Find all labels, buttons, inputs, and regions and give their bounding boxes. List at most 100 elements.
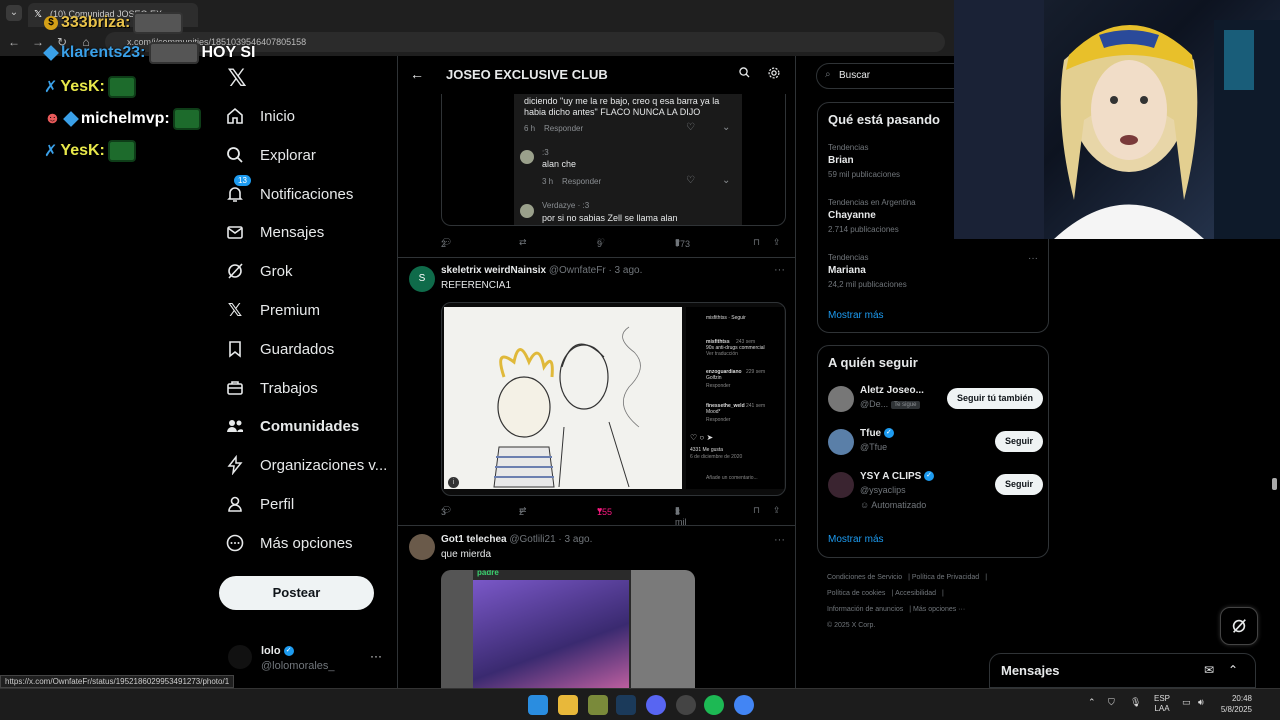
- footer-link[interactable]: Política de Privacidad: [912, 574, 979, 581]
- emote-icon: [172, 108, 201, 130]
- repost-button[interactable]: ⇄ 2: [519, 505, 527, 517]
- nav-item-guardados[interactable]: Guardados: [224, 331, 334, 367]
- reply-button[interactable]: 💬︎ 2: [441, 237, 452, 249]
- messages-drawer[interactable]: Mensajes ✉ ⌃: [989, 653, 1256, 688]
- defender-icon[interactable]: ⛉: [1108, 697, 1115, 708]
- trend-item[interactable]: Tendencias Mariana 24,2 mil publicacione…: [828, 253, 1038, 289]
- avatar[interactable]: S: [409, 266, 435, 292]
- show-more-link[interactable]: Mostrar más: [828, 310, 884, 321]
- avatar[interactable]: [409, 534, 435, 560]
- file-explorer-icon[interactable]: [558, 695, 578, 715]
- minecraft-icon[interactable]: [588, 695, 608, 715]
- new-message-icon[interactable]: ✉: [1204, 663, 1214, 677]
- nav-item-premium[interactable]: 𝕏 Premium: [224, 292, 320, 328]
- spotify-icon[interactable]: [704, 695, 724, 715]
- nav-label: Premium: [260, 301, 321, 319]
- follow-button[interactable]: Seguir: [994, 474, 1043, 495]
- nav-label: Guardados: [260, 340, 335, 358]
- nav-item-mensajes[interactable]: Mensajes: [224, 214, 324, 250]
- discord-icon[interactable]: [646, 695, 666, 715]
- more-icon[interactable]: ···: [370, 649, 382, 663]
- post-actions: 💬︎ 2 ⇄ ♡ 9 ▮ 773 ⊓ ⇪: [441, 235, 786, 251]
- follow-button[interactable]: Seguir: [994, 431, 1043, 452]
- views-button[interactable]: ▮ 773: [675, 237, 690, 249]
- footer-link[interactable]: Política de cookies: [827, 590, 885, 597]
- scrollbar[interactable]: [1272, 478, 1277, 490]
- nav-item-comunidades[interactable]: Comunidades: [224, 408, 359, 444]
- like-button[interactable]: ♥ 155: [597, 505, 612, 517]
- follow-suggestion[interactable]: YSY A CLIPS ✓ @ysyaclips ☺ Automatizado …: [828, 470, 1043, 514]
- search-icon[interactable]: [738, 66, 751, 82]
- share-icon[interactable]: ⇪: [773, 237, 781, 248]
- alt-info-icon[interactable]: i: [448, 477, 459, 488]
- obs-icon[interactable]: [676, 695, 696, 715]
- windows-start-icon[interactable]: [528, 695, 548, 715]
- nav-item-organizaciones[interactable]: Organizaciones v...: [224, 447, 387, 483]
- tab-list-button[interactable]: ⌄: [6, 5, 22, 21]
- follow-suggestion[interactable]: Tfue ✓ @Tfue Seguir: [828, 427, 1043, 461]
- dislike-icon: ⌄: [722, 175, 731, 186]
- footer-link[interactable]: Más opciones ···: [913, 606, 965, 613]
- footer-link[interactable]: Accesibilidad: [895, 590, 936, 597]
- system-clock[interactable]: 20:48 5/8/2025: [1216, 693, 1252, 715]
- post-image[interactable]: misfithtss · Seguir misfithtss 243 sem 9…: [441, 302, 786, 496]
- nav-item-trabajos[interactable]: Trabajos: [224, 370, 318, 406]
- follow-button[interactable]: Seguir tú también: [946, 388, 1043, 409]
- main-timeline[interactable]: ← JOSEO EXCLUSIVE CLUB diciendo "uy me l…: [397, 56, 796, 688]
- views-button[interactable]: ▮ 3 mil: [675, 505, 687, 527]
- chat-username: 333briza:: [61, 14, 131, 31]
- bookmark-icon[interactable]: ⊓: [753, 237, 760, 248]
- account-switcher[interactable]: lolo ✓ @lolomorales_ ···: [228, 643, 388, 677]
- follow-title: A quién seguir: [828, 355, 918, 370]
- nav-item-inicio[interactable]: Inicio: [224, 98, 295, 134]
- taskbar: ⌃ ⛉ 🎙︎ ESP LAA ▭ 🔊︎ 20:48 5/8/2025: [0, 688, 1280, 720]
- bell-icon: 13: [224, 175, 251, 205]
- follow-handle: @De... Te sigue: [860, 399, 920, 409]
- follow-suggestion[interactable]: Aletz Joseo... @De... Te sigue Seguir tú …: [828, 384, 1043, 418]
- share-icon[interactable]: ⇪: [773, 505, 781, 516]
- network-icon[interactable]: ▭: [1182, 697, 1191, 708]
- follow-handle: @ysyaclips: [860, 485, 906, 495]
- nav-item-mas-opciones[interactable]: Más opciones: [224, 525, 353, 561]
- emote-icon: [148, 42, 199, 64]
- footer-link[interactable]: Información de anuncios: [827, 606, 903, 613]
- repost-button[interactable]: ⇄: [519, 237, 527, 248]
- search-input[interactable]: ⌕ Buscar: [816, 63, 976, 89]
- chat-message: ✗ YesK:: [44, 74, 136, 100]
- nav-item-notificaciones[interactable]: 13 Notificaciones: [224, 175, 353, 212]
- sword-badge-icon: ✗: [44, 79, 58, 96]
- chevron-up-icon[interactable]: ⌃: [1228, 663, 1238, 677]
- back-arrow-icon[interactable]: ←: [410, 66, 424, 82]
- post-author[interactable]: skeletrix weirdNainsix: [441, 265, 546, 276]
- show-more-link[interactable]: Mostrar más: [828, 534, 884, 545]
- nav-item-perfil[interactable]: Perfil: [224, 486, 294, 522]
- steam-icon[interactable]: [616, 695, 636, 715]
- gear-icon[interactable]: [767, 66, 781, 83]
- bookmark-icon[interactable]: ⊓: [753, 505, 760, 516]
- input-language[interactable]: ESP LAA: [1154, 694, 1170, 714]
- cube-badge-icon: [43, 45, 59, 61]
- post-button[interactable]: Postear: [219, 576, 374, 610]
- post-media-embed[interactable]: diciendo "uy me la re bajo, creo q esa b…: [441, 94, 786, 226]
- grok-floating-button[interactable]: [1220, 607, 1258, 645]
- comment-user: :3: [542, 148, 549, 157]
- chrome-icon[interactable]: [734, 695, 754, 715]
- reply-button[interactable]: 💬︎ 3: [441, 505, 452, 517]
- footer-link[interactable]: Condiciones de Servicio: [827, 574, 902, 581]
- more-icon[interactable]: ···: [1028, 253, 1038, 264]
- dislike-icon: ⌄: [722, 122, 731, 133]
- x-logo-icon[interactable]: 𝕏: [224, 64, 250, 92]
- more-icon[interactable]: ···: [774, 534, 785, 546]
- mic-icon[interactable]: 🎙︎: [1130, 697, 1141, 708]
- post-video[interactable]: padre: [441, 570, 695, 688]
- nav-item-explorar[interactable]: Explorar: [224, 137, 316, 173]
- search-icon: [224, 144, 246, 166]
- back-icon[interactable]: ←: [6, 34, 22, 50]
- chevron-up-icon[interactable]: ⌃: [1088, 697, 1096, 708]
- like-button[interactable]: ♡ 9: [597, 237, 605, 249]
- more-icon[interactable]: ···: [774, 264, 785, 276]
- comment-text: alan che: [542, 159, 577, 169]
- volume-icon[interactable]: 🔊︎: [1198, 697, 1204, 708]
- nav-item-grok[interactable]: Grok: [224, 253, 293, 289]
- post-author[interactable]: Got1 telechea: [441, 534, 507, 545]
